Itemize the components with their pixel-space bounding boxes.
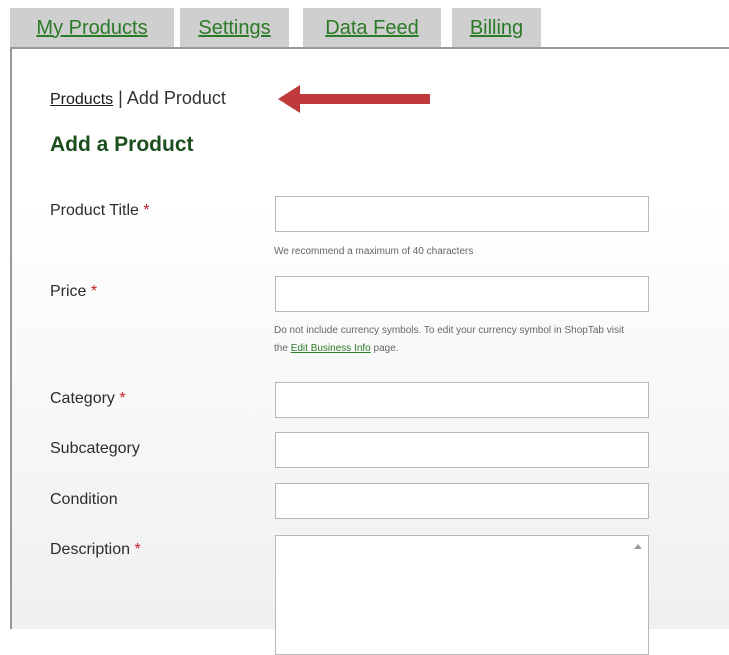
condition-label-text: Condition [50,491,118,508]
product-title-label: Product Title * [50,202,150,220]
tab-settings-label[interactable]: Settings [198,17,270,40]
price-hint: Do not include currency symbols. To edit… [274,322,624,358]
scroll-up-icon[interactable] [634,544,642,549]
price-hint-prefix: the [274,343,291,354]
required-marker: * [119,390,126,407]
price-input[interactable] [275,276,649,312]
product-title-label-text: Product Title [50,202,139,219]
tab-settings[interactable]: Settings [180,8,289,48]
required-marker: * [134,541,141,558]
category-input[interactable] [275,382,649,418]
tab-my-products-label[interactable]: My Products [36,17,147,40]
tab-billing[interactable]: Billing [452,8,541,48]
category-label: Category * [50,390,126,408]
tab-billing-label[interactable]: Billing [470,17,523,40]
required-marker: * [143,202,150,219]
page-title: Add a Product [50,133,194,156]
required-marker: * [90,283,98,300]
content-panel: Products | Add Product Add a Product Pro… [10,49,729,655]
tab-data-feed-label[interactable]: Data Feed [325,17,418,40]
breadcrumb: Products | Add Product [50,88,226,109]
price-hint-line2: the Edit Business Info page. [274,340,624,358]
edit-business-info-link[interactable]: Edit Business Info [291,343,371,354]
product-title-input[interactable] [275,196,649,232]
condition-label: Condition [50,491,118,509]
price-label-text: Price [50,283,87,300]
breadcrumb-current: Add Product [126,88,226,108]
price-hint-suffix: page. [370,343,399,354]
condition-input[interactable] [275,483,649,519]
breadcrumb-products-link[interactable]: Products [50,91,113,108]
price-hint-line1: Do not include currency symbols. To edit… [274,325,624,336]
description-textarea[interactable] [275,535,649,655]
tab-my-products[interactable]: My Products [10,8,174,48]
tab-data-feed[interactable]: Data Feed [303,8,441,48]
price-label: Price * [50,283,97,301]
description-label: Description * [50,541,141,559]
description-label-text: Description [50,541,131,558]
breadcrumb-separator: | [113,88,127,108]
product-title-hint: We recommend a maximum of 40 characters [274,246,474,257]
subcategory-label-text: Subcategory [50,440,140,457]
tab-bar: My Products Settings Data Feed Billing [0,0,729,49]
subcategory-label: Subcategory [50,440,140,458]
category-label-text: Category [50,390,115,407]
left-arrow-icon [278,85,430,113]
subcategory-input[interactable] [275,432,649,468]
